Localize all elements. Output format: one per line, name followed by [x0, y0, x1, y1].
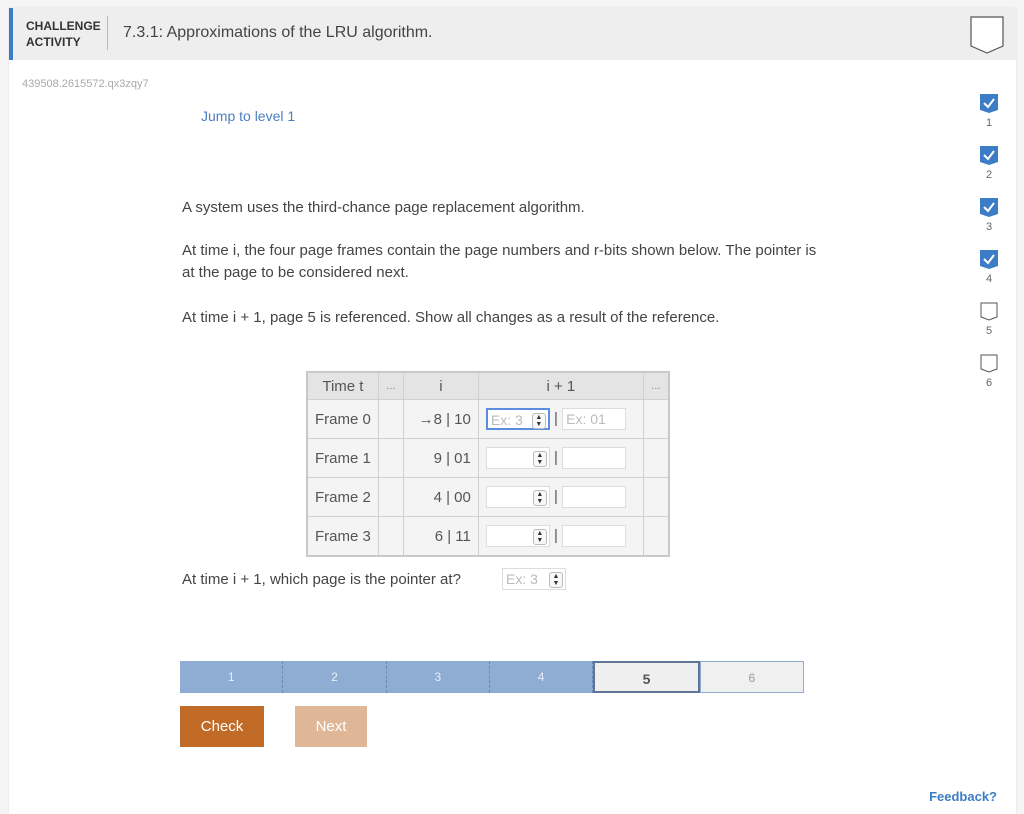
feedback-link[interactable]: Feedback?: [929, 789, 997, 804]
header-ellipsis-right: ...: [642, 371, 670, 400]
frame-value: →8 | 10: [402, 399, 479, 439]
activity-title: 7.3.1: Approximations of the LRU algorit…: [123, 24, 433, 41]
spinner-icon[interactable]: ▲ ▼: [532, 529, 547, 545]
header-time: Time t: [306, 371, 379, 400]
frame-value: 4 | 00: [402, 477, 479, 517]
completion-badge-icon: [970, 16, 1004, 54]
progress-segment[interactable]: 6: [699, 661, 804, 693]
level-complete-icon: [980, 146, 998, 165]
page-input[interactable]: ▲ ▼: [485, 525, 550, 547]
level-indicator[interactable]: 5: [977, 302, 1001, 354]
table-row: Frame 3 6 | 11 ▲ ▼ |: [306, 516, 670, 557]
page-input[interactable]: ▲ ▼: [485, 447, 550, 469]
level-progress-bar: 1 2 3 4 5 6: [180, 661, 804, 693]
header-i: i: [402, 371, 479, 400]
label-line2: ACTIVITY: [26, 35, 81, 49]
spinner-icon[interactable]: ▲ ▼: [532, 490, 547, 506]
pointer-question: At time i + 1, which page is the pointer…: [182, 571, 461, 588]
instruction-1: A system uses the third-chance page repl…: [182, 199, 585, 216]
level-number: 2: [985, 169, 993, 181]
progress-segment[interactable]: 4: [489, 661, 594, 693]
table-row: Frame 0 →8 | 10 Ex: 3 ▲ ▼ | Ex: 01: [306, 399, 670, 439]
level-number: 6: [985, 377, 993, 389]
level-indicator[interactable]: 1: [977, 94, 1001, 146]
level-indicator[interactable]: 3: [977, 198, 1001, 250]
label-line1: CHALLENGE: [26, 19, 101, 33]
progress-segment[interactable]: 2: [283, 661, 387, 693]
level-indicator[interactable]: 2: [977, 146, 1001, 198]
table-row: Frame 2 4 | 00 ▲ ▼ |: [306, 477, 670, 517]
spinner-icon[interactable]: ▲ ▼: [549, 572, 563, 588]
check-button[interactable]: Check: [180, 706, 264, 747]
level-sidebar: 1 2 3 4 5 6: [977, 94, 1001, 406]
level-number: 1: [985, 117, 993, 129]
instruction-3: At time i + 1, page 5 is referenced. Sho…: [182, 309, 720, 326]
level-complete-icon: [980, 94, 998, 113]
header-i-plus-1: i + 1: [477, 371, 644, 400]
page-input[interactable]: ▲ ▼: [485, 486, 550, 508]
frame-value: 6 | 11: [402, 516, 479, 557]
level-complete-icon: [980, 250, 998, 269]
activity-type-label: CHALLENGE ACTIVITY: [26, 18, 101, 50]
next-button[interactable]: Next: [295, 706, 367, 747]
progress-segment[interactable]: 3: [386, 661, 490, 693]
level-indicator[interactable]: 4: [977, 250, 1001, 302]
rbits-input[interactable]: [562, 525, 627, 547]
level-number: 5: [985, 325, 993, 337]
level-incomplete-icon: [980, 354, 998, 373]
page-input[interactable]: Ex: 3 ▲ ▼: [485, 408, 550, 430]
frame-label: Frame 1: [306, 438, 379, 478]
challenge-card: CHALLENGE ACTIVITY 7.3.1: Approximations …: [9, 8, 1016, 814]
spinner-icon[interactable]: ▲ ▼: [532, 451, 547, 467]
frame-label: Frame 0: [306, 399, 379, 439]
rbits-input[interactable]: Ex: 01: [562, 408, 627, 430]
header-divider: [107, 16, 108, 50]
level-indicator[interactable]: 6: [977, 354, 1001, 406]
rbits-input[interactable]: [562, 447, 627, 469]
activity-code: 439508.2615572.qx3zqy7: [22, 78, 149, 90]
activity-header: CHALLENGE ACTIVITY 7.3.1: Approximations …: [9, 8, 1016, 60]
progress-segment[interactable]: 1: [180, 661, 284, 693]
level-incomplete-icon: [980, 302, 998, 321]
pointer-input[interactable]: Ex: 3 ▲ ▼: [502, 568, 566, 590]
header-ellipsis-left: ...: [377, 371, 404, 400]
spinner-icon[interactable]: ▲ ▼: [531, 413, 546, 429]
page-frame-table: Time t ... i i + 1 ... Frame 0 →8 | 10 E…: [306, 371, 670, 557]
frame-label: Frame 3: [306, 516, 379, 557]
instruction-2: At time i, the four page frames contain …: [182, 242, 817, 281]
level-number: 4: [985, 273, 993, 285]
frame-label: Frame 2: [306, 477, 379, 517]
jump-to-level-link[interactable]: Jump to level 1: [201, 108, 295, 124]
table-row: Frame 1 9 | 01 ▲ ▼ |: [306, 438, 670, 478]
level-number: 3: [985, 221, 993, 233]
rbits-input[interactable]: [562, 486, 627, 508]
frame-value: 9 | 01: [402, 438, 479, 478]
level-complete-icon: [980, 198, 998, 217]
progress-segment-current[interactable]: 5: [593, 661, 700, 693]
